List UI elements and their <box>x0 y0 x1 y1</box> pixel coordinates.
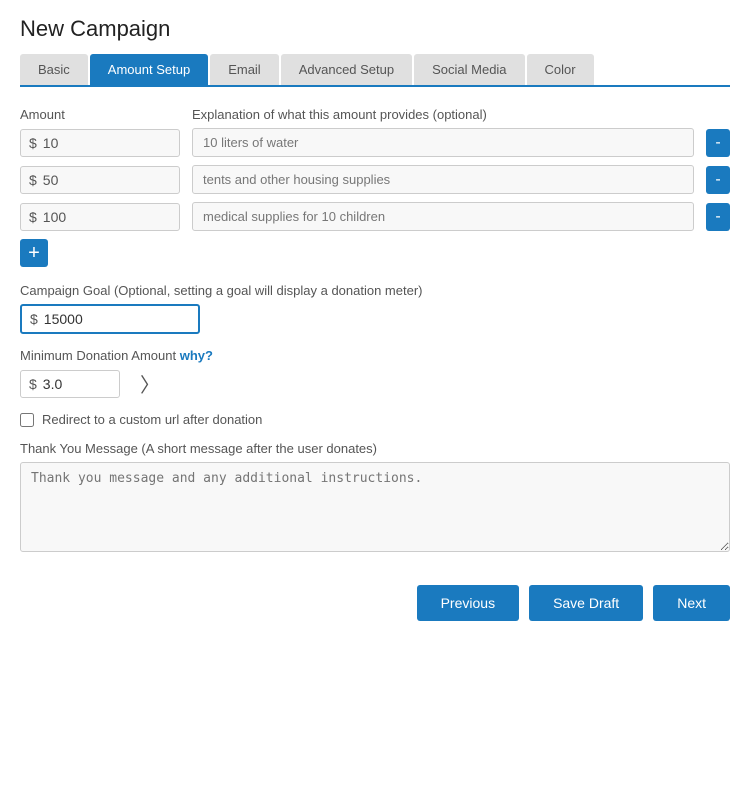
cursor-icon: 〉 <box>140 369 160 398</box>
amount-row: $ - <box>20 165 730 194</box>
amount-input-wrap-2: $ <box>20 166 180 194</box>
dollar-sign-1: $ <box>29 135 37 151</box>
redirect-checkbox[interactable] <box>20 413 34 427</box>
redirect-label: Redirect to a custom url after donation <box>42 412 262 427</box>
amount-input-1[interactable] <box>43 135 171 151</box>
remove-button-1[interactable]: - <box>706 129 730 157</box>
footer-buttons: Previous Save Draft Next <box>20 575 730 621</box>
tab-amount-setup[interactable]: Amount Setup <box>90 54 208 85</box>
amount-header: Amount Explanation of what this amount p… <box>20 107 730 122</box>
explanation-input-3[interactable] <box>192 202 694 231</box>
explanation-input-2[interactable] <box>192 165 694 194</box>
tab-social-media[interactable]: Social Media <box>414 54 524 85</box>
tab-basic[interactable]: Basic <box>20 54 88 85</box>
tab-bar: Basic Amount Setup Email Advanced Setup … <box>20 54 730 87</box>
save-draft-button[interactable]: Save Draft <box>529 585 643 621</box>
amount-input-2[interactable] <box>43 172 171 188</box>
campaign-goal-input[interactable] <box>44 311 190 327</box>
tab-advanced-setup[interactable]: Advanced Setup <box>281 54 412 85</box>
amount-column-header: Amount <box>20 107 180 122</box>
remove-button-3[interactable]: - <box>706 203 730 231</box>
page-title: New Campaign <box>20 16 730 42</box>
campaign-goal-dollar: $ <box>30 311 38 327</box>
tab-color[interactable]: Color <box>527 54 594 85</box>
amount-input-wrap-1: $ <box>20 129 180 157</box>
tab-email[interactable]: Email <box>210 54 279 85</box>
amount-input-wrap-3: $ <box>20 203 180 231</box>
remove-button-2[interactable]: - <box>706 166 730 194</box>
why-link[interactable]: why? <box>180 348 213 363</box>
thank-you-group: Thank You Message (A short message after… <box>20 441 730 555</box>
redirect-checkbox-row: Redirect to a custom url after donation <box>20 412 730 427</box>
campaign-goal-group: Campaign Goal (Optional, setting a goal … <box>20 283 730 334</box>
campaign-goal-label: Campaign Goal (Optional, setting a goal … <box>20 283 730 298</box>
explanation-column-header: Explanation of what this amount provides… <box>192 107 730 122</box>
min-donation-input-wrap: $ <box>20 370 120 398</box>
dollar-sign-3: $ <box>29 209 37 225</box>
min-donation-input[interactable] <box>43 376 111 392</box>
dollar-sign-2: $ <box>29 172 37 188</box>
min-donation-dollar: $ <box>29 376 37 392</box>
amount-rows: $ - $ - $ - <box>20 128 730 231</box>
campaign-goal-input-wrap: $ <box>20 304 200 334</box>
next-button[interactable]: Next <box>653 585 730 621</box>
minimum-donation-label: Minimum Donation Amount why? <box>20 348 730 363</box>
amount-row: $ - <box>20 202 730 231</box>
minimum-donation-group: Minimum Donation Amount why? $ 〉 <box>20 348 730 398</box>
amount-input-3[interactable] <box>43 209 171 225</box>
previous-button[interactable]: Previous <box>417 585 519 621</box>
thank-you-label: Thank You Message (A short message after… <box>20 441 730 456</box>
add-amount-button[interactable]: + <box>20 239 48 267</box>
amount-row: $ - <box>20 128 730 157</box>
thank-you-textarea[interactable] <box>20 462 730 552</box>
min-donation-row: $ 〉 <box>20 369 730 398</box>
explanation-input-1[interactable] <box>192 128 694 157</box>
